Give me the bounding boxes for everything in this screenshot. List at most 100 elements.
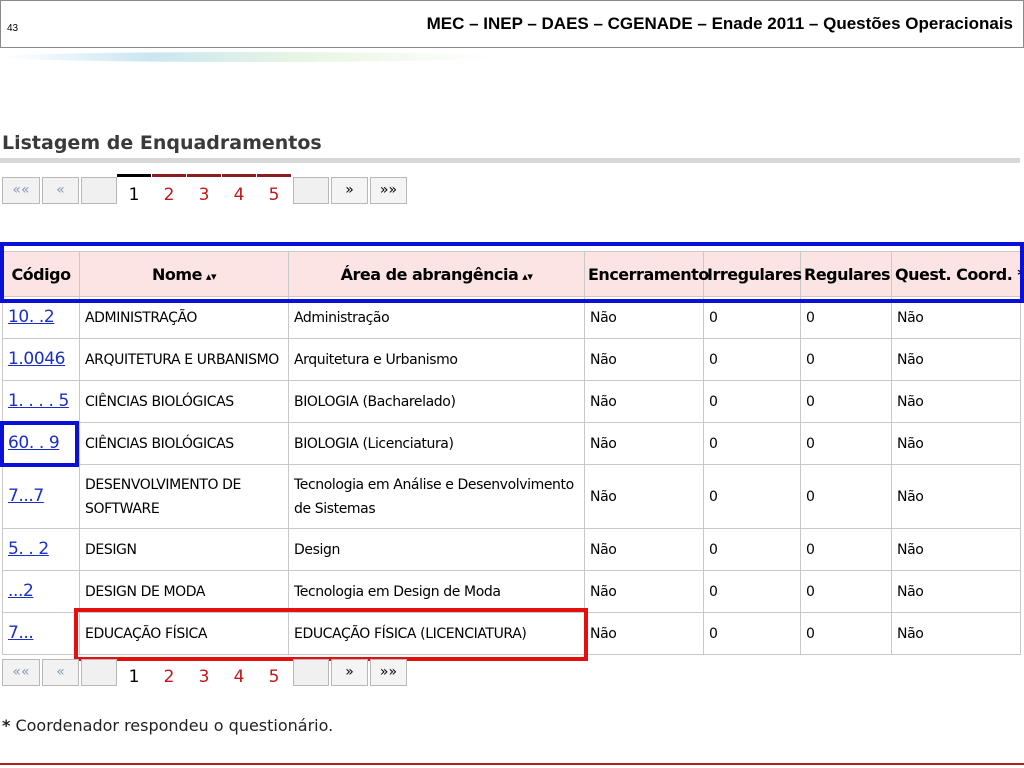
encerramento-value: Não [584, 380, 704, 423]
course-name: ADMINISTRAÇÃO [79, 296, 289, 339]
next-page-button[interactable]: » [331, 659, 368, 686]
course-area: Tecnologia em Design de Moda [288, 570, 585, 613]
column-header-codigo[interactable]: Código [2, 251, 80, 297]
page-link-3[interactable]: 3 [187, 174, 221, 206]
prev-page-button[interactable]: « [42, 177, 79, 204]
course-area: Tecnologia em Análise e Desenvolvimento … [288, 464, 585, 529]
irregulares-value: 0 [703, 612, 801, 655]
encerramento-value: Não [584, 570, 704, 613]
column-header-area[interactable]: Área de abrangência ▴▾ [288, 251, 585, 297]
page-link-5[interactable]: 5 [257, 656, 291, 688]
first-page-button[interactable]: «« [2, 177, 40, 204]
course-name: CIÊNCIAS BIOLÓGICAS [79, 380, 289, 423]
encerramento-value: Não [584, 528, 704, 571]
course-code-link[interactable]: 1. . . . 5 [8, 391, 69, 411]
table-row: 5. . 2 DESIGN Design Não 0 0 Não [2, 528, 1021, 571]
encerramento-value: Não [584, 338, 704, 381]
enquadramentos-table: Código Nome ▴▾ Área de abrangência ▴▾ Ence… [2, 251, 1024, 655]
course-code-link[interactable]: 5. . 2 [8, 539, 49, 559]
column-header-encerramento: Encerramento [584, 251, 709, 297]
sort-arrows-icon[interactable]: ▴▾ [522, 270, 533, 283]
page-link-2[interactable]: 2 [152, 174, 186, 206]
pager-spacer [81, 177, 117, 204]
table-row: 1.0046 ARQUITETURA E URBANISMO Arquitetu… [2, 338, 1021, 381]
page-link-3[interactable]: 3 [187, 656, 221, 688]
irregulares-value: 0 [703, 528, 801, 571]
quest-coord-value: Não [891, 612, 1021, 655]
course-name: CIÊNCIAS BIOLÓGICAS [79, 422, 289, 465]
regulares-value: 0 [800, 422, 892, 465]
decorative-swoosh [0, 52, 500, 62]
bottom-divider [0, 763, 1024, 765]
column-header-regulares: Regulares [800, 251, 892, 297]
irregulares-value: 0 [703, 338, 801, 381]
page-link-2[interactable]: 2 [152, 656, 186, 688]
page-link-5[interactable]: 5 [257, 174, 291, 206]
quest-coord-value: Não [891, 528, 1021, 571]
pager-spacer [293, 659, 329, 686]
irregulares-value: 0 [703, 464, 801, 529]
encerramento-value: Não [584, 422, 704, 465]
quest-coord-value: Não [891, 464, 1021, 529]
regulares-value: 0 [800, 380, 892, 423]
page-title: Listagem de Enquadramentos [2, 132, 322, 154]
page-link-1[interactable]: 1 [117, 174, 151, 206]
course-area: BIOLOGIA (Licenciatura) [288, 422, 585, 465]
next-page-button[interactable]: » [331, 177, 368, 204]
first-page-button[interactable]: «« [2, 659, 40, 686]
course-name: ARQUITETURA E URBANISMO [79, 338, 289, 381]
quest-coord-value: Não [891, 422, 1021, 465]
heading-divider [0, 158, 1020, 163]
footnote-text: Coordenador respondeu o questionário. [10, 716, 334, 735]
course-name: EDUCAÇÃO FÍSICA [79, 612, 289, 655]
table-row: 10. .2 ADMINISTRAÇÃO Administração Não 0… [2, 296, 1021, 339]
encerramento-value: Não [584, 612, 704, 655]
last-page-button[interactable]: »» [370, 659, 407, 686]
regulares-value: 0 [800, 528, 892, 571]
regulares-value: 0 [800, 464, 892, 529]
table-row: 7...7 DESENVOLVIMENTO DE SOFTWARE Tecnol… [2, 464, 1021, 529]
course-area: Administração [288, 296, 585, 339]
course-area: Arquitetura e Urbanismo [288, 338, 585, 381]
course-code-link[interactable]: 1.0046 [8, 349, 65, 369]
page-link-4[interactable]: 4 [222, 174, 256, 206]
encerramento-value: Não [584, 464, 704, 529]
irregulares-value: 0 [703, 380, 801, 423]
page-link-4[interactable]: 4 [222, 656, 256, 688]
course-name: DESIGN [79, 528, 289, 571]
column-header-irregulares: Irregulares [703, 251, 802, 297]
irregulares-value: 0 [703, 296, 801, 339]
regulares-value: 0 [800, 338, 892, 381]
regulares-value: 0 [800, 612, 892, 655]
course-code-link[interactable]: 10. .2 [8, 307, 55, 327]
quest-coord-value: Não [891, 570, 1021, 613]
pagination-top: «« « 1 2 3 4 5 » »» [2, 174, 407, 208]
course-code-link[interactable]: 7... [8, 623, 34, 643]
table-row: 7... EDUCAÇÃO FÍSICA EDUCAÇÃO FÍSICA (LI… [2, 612, 1021, 655]
course-code-link[interactable]: ...2 [8, 581, 34, 601]
irregulares-value: 0 [703, 570, 801, 613]
course-name: DESENVOLVIMENTO DE SOFTWARE [79, 464, 289, 529]
table-row: ...2 DESIGN DE MODA Tecnologia em Design… [2, 570, 1021, 613]
pager-spacer [293, 177, 329, 204]
table-row: 1. . . . 5 CIÊNCIAS BIOLÓGICAS BIOLOGIA … [2, 380, 1021, 423]
sort-arrows-icon[interactable]: ▴▾ [206, 270, 217, 283]
slide-header: 43 MEC – INEP – DAES – CGENADE – Enade 2… [0, 0, 1024, 48]
quest-coord-value: Não [891, 296, 1021, 339]
column-header-nome[interactable]: Nome ▴▾ [79, 251, 289, 297]
course-code-link[interactable]: 7...7 [8, 486, 44, 506]
last-page-button[interactable]: »» [370, 177, 407, 204]
encerramento-value: Não [584, 296, 704, 339]
course-code-link[interactable]: 60. . 9 [8, 433, 60, 453]
quest-coord-value: Não [891, 380, 1021, 423]
slide-number: 43 [7, 23, 19, 34]
pager-spacer [81, 659, 117, 686]
prev-page-button[interactable]: « [42, 659, 79, 686]
page-link-1[interactable]: 1 [117, 656, 151, 688]
regulares-value: 0 [800, 570, 892, 613]
column-header-quest-coord: Quest. Coord. * [891, 251, 1024, 297]
course-area: Design [288, 528, 585, 571]
irregulares-value: 0 [703, 422, 801, 465]
footnote: * Coordenador respondeu o questionário. [2, 716, 333, 735]
table-header-row: Código Nome ▴▾ Área de abrangência ▴▾ Ence… [2, 251, 1024, 297]
